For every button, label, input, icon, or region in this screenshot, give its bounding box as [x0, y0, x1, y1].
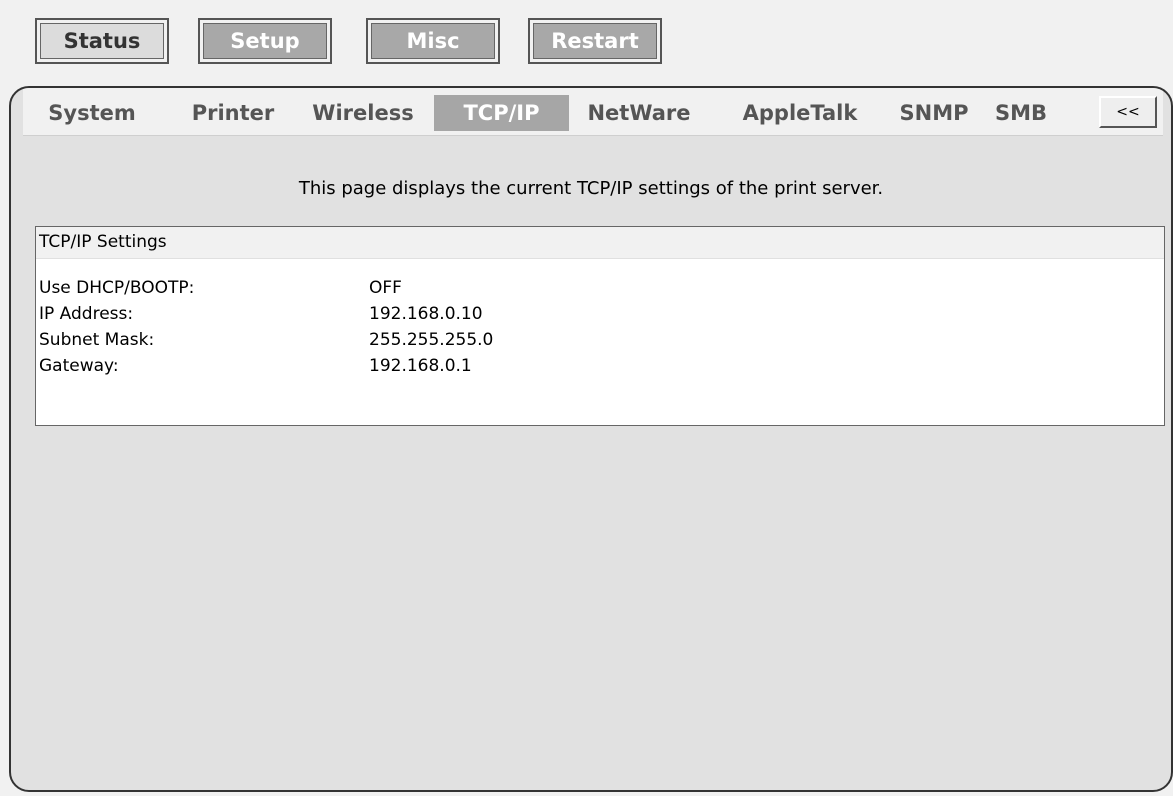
- status-button[interactable]: Status: [35, 18, 169, 64]
- dhcp-row: Use DHCP/BOOTP: OFF: [39, 275, 402, 301]
- gateway-value: 192.168.0.1: [369, 356, 472, 376]
- settings-title: TCP/IP Settings: [36, 227, 1164, 259]
- subnet-mask-row: Subnet Mask: 255.255.255.0: [39, 327, 493, 353]
- tab-appletalk[interactable]: AppleTalk: [720, 95, 880, 131]
- main-panel: System Printer Wireless TCP/IP NetWare A…: [9, 86, 1173, 792]
- subnet-mask-label: Subnet Mask:: [39, 330, 155, 350]
- tab-tcpip[interactable]: TCP/IP: [434, 95, 569, 131]
- tab-system[interactable]: System: [23, 95, 161, 131]
- tab-printer[interactable]: Printer: [173, 95, 293, 131]
- tcpip-settings-box: TCP/IP Settings Use DHCP/BOOTP: OFF IP A…: [35, 226, 1165, 426]
- restart-button[interactable]: Restart: [528, 18, 662, 64]
- collapse-tabs-button[interactable]: <<: [1099, 96, 1157, 128]
- tab-wireless[interactable]: Wireless: [298, 95, 428, 131]
- page-description: This page displays the current TCP/IP se…: [298, 178, 884, 199]
- ip-address-value: 192.168.0.10: [369, 304, 483, 324]
- gateway-row: Gateway: 192.168.0.1: [39, 353, 472, 379]
- status-button-label: Status: [40, 23, 164, 59]
- gateway-label: Gateway:: [39, 356, 119, 376]
- setup-button[interactable]: Setup: [198, 18, 332, 64]
- setup-button-label: Setup: [203, 23, 327, 59]
- tab-netware[interactable]: NetWare: [571, 95, 707, 131]
- tab-smb[interactable]: SMB: [981, 95, 1061, 131]
- restart-button-label: Restart: [533, 23, 657, 59]
- dhcp-label: Use DHCP/BOOTP:: [39, 278, 195, 298]
- ip-address-label: IP Address:: [39, 304, 134, 324]
- misc-button-label: Misc: [371, 23, 495, 59]
- misc-button[interactable]: Misc: [366, 18, 500, 64]
- subnet-mask-value: 255.255.255.0: [369, 330, 494, 350]
- tab-snmp[interactable]: SNMP: [889, 95, 979, 131]
- tab-bar: System Printer Wireless TCP/IP NetWare A…: [23, 88, 1163, 136]
- ip-address-row: IP Address: 192.168.0.10: [39, 301, 483, 327]
- dhcp-value: OFF: [369, 278, 402, 298]
